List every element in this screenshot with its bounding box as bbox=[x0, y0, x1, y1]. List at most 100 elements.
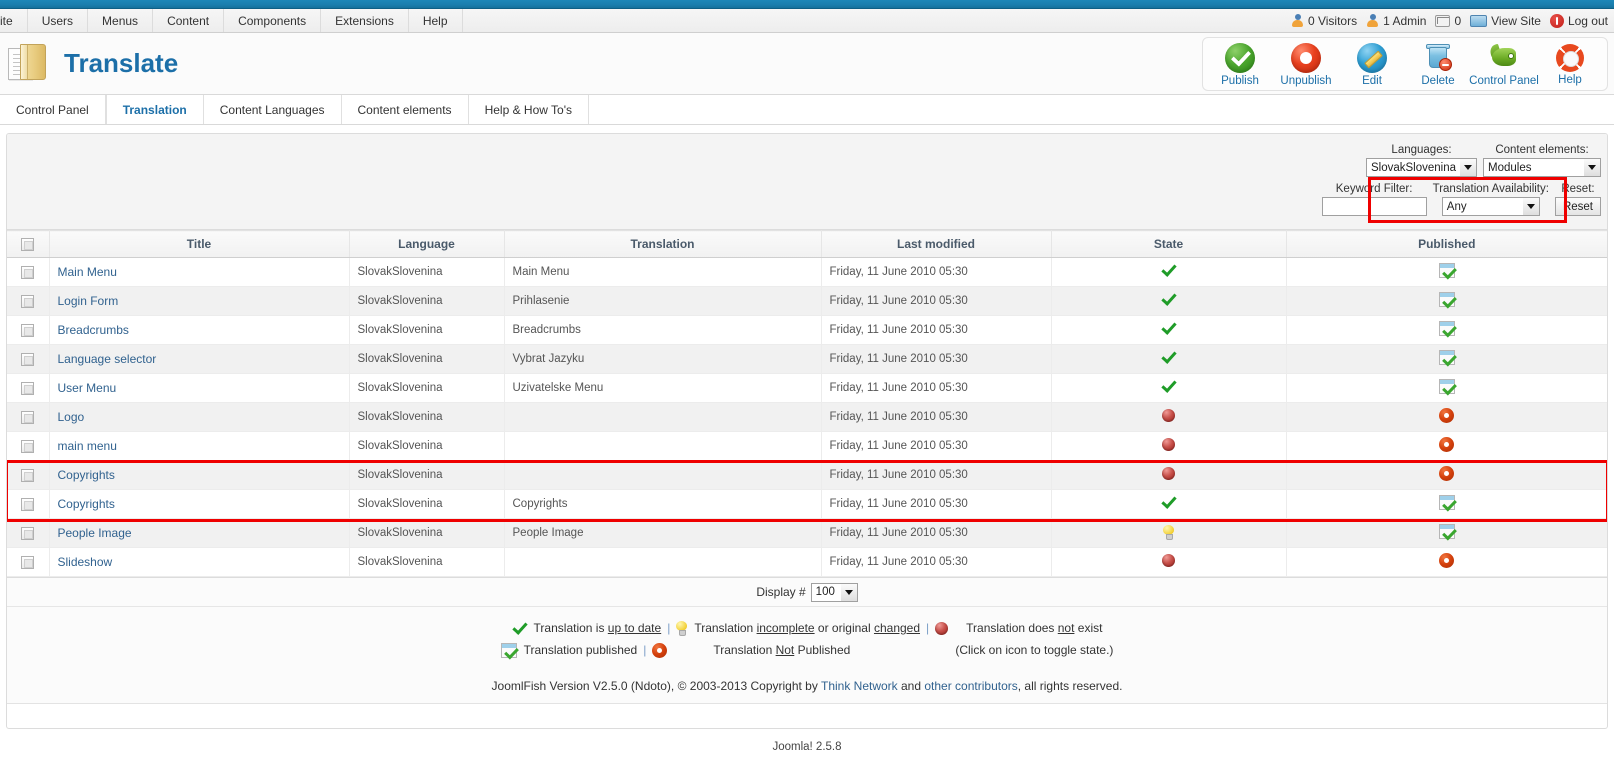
cell-state bbox=[1051, 402, 1287, 432]
main-menu-bar: ite Users Menus Content Components Exten… bbox=[0, 9, 1614, 33]
row-title-link[interactable]: User Menu bbox=[58, 381, 117, 395]
menu-item-help[interactable]: Help bbox=[409, 9, 463, 32]
view-site-link[interactable]: View Site bbox=[1470, 14, 1541, 28]
row-checkbox[interactable] bbox=[21, 439, 35, 453]
control-panel-button[interactable]: Control Panel bbox=[1469, 41, 1539, 88]
row-title-link[interactable]: main menu bbox=[58, 439, 117, 453]
logout-link[interactable]: Log out bbox=[1549, 13, 1608, 28]
check-icon[interactable] bbox=[1161, 496, 1176, 509]
select-all-checkbox[interactable] bbox=[21, 238, 35, 252]
red-sphere-icon[interactable] bbox=[1162, 467, 1175, 480]
visitors-status[interactable]: 0 Visitors bbox=[1291, 14, 1357, 28]
menu-item-users[interactable]: Users bbox=[28, 9, 89, 32]
row-checkbox[interactable] bbox=[21, 468, 35, 482]
column-header-published[interactable]: Published bbox=[1286, 230, 1607, 258]
cell-published bbox=[1286, 518, 1607, 548]
menu-item-content[interactable]: Content bbox=[153, 9, 225, 32]
table-head: Title Language Translation Last modified… bbox=[7, 230, 1607, 258]
published-icon[interactable] bbox=[1438, 524, 1455, 539]
cell-translation: Prihlasenie bbox=[504, 286, 822, 316]
view-site-label: View Site bbox=[1491, 13, 1541, 28]
published-icon[interactable] bbox=[1438, 495, 1455, 510]
menu-item-site[interactable]: ite bbox=[0, 9, 28, 32]
row-checkbox[interactable] bbox=[21, 555, 35, 569]
tab-content-elements[interactable]: Content elements bbox=[342, 95, 469, 124]
check-icon[interactable] bbox=[1161, 264, 1176, 277]
row-checkbox-cell bbox=[7, 460, 50, 490]
column-header-state[interactable]: State bbox=[1051, 230, 1287, 258]
row-title-link[interactable]: Slideshow bbox=[58, 555, 113, 569]
row-title-link[interactable]: Copyrights bbox=[58, 497, 115, 511]
column-header-title[interactable]: Title bbox=[49, 230, 350, 258]
check-icon bbox=[512, 622, 527, 635]
check-icon[interactable] bbox=[1161, 351, 1176, 364]
admins-status[interactable]: 1 Admin bbox=[1366, 14, 1426, 28]
cell-translation: People Image bbox=[504, 518, 822, 548]
row-title-link[interactable]: People Image bbox=[58, 526, 132, 540]
legend-changed-link[interactable]: changed bbox=[874, 621, 920, 635]
column-header-translation[interactable]: Translation bbox=[504, 230, 822, 258]
red-sphere-icon[interactable] bbox=[1162, 409, 1175, 422]
column-header-last-modified[interactable]: Last modified bbox=[821, 230, 1052, 258]
published-icon[interactable] bbox=[1438, 263, 1455, 278]
reset-button[interactable]: Reset bbox=[1554, 197, 1601, 216]
not-published-icon[interactable] bbox=[1439, 553, 1455, 568]
publish-button[interactable]: Publish bbox=[1207, 41, 1273, 88]
keyword-filter-input[interactable] bbox=[1321, 197, 1427, 216]
row-checkbox[interactable] bbox=[21, 381, 35, 395]
row-title-link[interactable]: Language selector bbox=[58, 352, 157, 366]
unpublish-button[interactable]: Unpublish bbox=[1273, 41, 1339, 88]
check-icon[interactable] bbox=[1161, 293, 1176, 306]
published-icon[interactable] bbox=[1438, 321, 1455, 336]
red-sphere-icon[interactable] bbox=[1162, 438, 1175, 451]
menu-item-menus[interactable]: Menus bbox=[88, 9, 154, 32]
row-title-link[interactable]: Breadcrumbs bbox=[58, 323, 129, 337]
tab-content-languages[interactable]: Content Languages bbox=[204, 95, 342, 124]
row-title-link[interactable]: Logo bbox=[58, 410, 85, 424]
cell-published bbox=[1286, 373, 1607, 403]
row-title-link[interactable]: Copyrights bbox=[58, 468, 115, 482]
content-elements-select[interactable]: Modules bbox=[1483, 158, 1601, 177]
published-icon[interactable] bbox=[1438, 379, 1455, 394]
delete-button[interactable]: Delete bbox=[1405, 41, 1471, 88]
display-count-select[interactable]: 100 bbox=[810, 582, 858, 602]
not-published-icon[interactable] bbox=[1439, 408, 1455, 423]
red-sphere-icon[interactable] bbox=[1162, 554, 1175, 567]
other-contributors-link[interactable]: other contributors bbox=[924, 679, 1017, 693]
think-network-link[interactable]: Think Network bbox=[821, 679, 898, 693]
tab-translation[interactable]: Translation bbox=[105, 95, 204, 124]
row-checkbox[interactable] bbox=[21, 323, 35, 337]
row-title-link[interactable]: Login Form bbox=[58, 294, 119, 308]
languages-filter-group: Languages: SlovakSlovenina bbox=[1365, 144, 1477, 177]
toolbar: Publish Unpublish Edit Delete Control Pa… bbox=[1202, 37, 1608, 91]
legend-incomplete-link[interactable]: incomplete bbox=[757, 621, 815, 635]
row-checkbox[interactable] bbox=[21, 497, 35, 511]
edit-button[interactable]: Edit bbox=[1339, 41, 1405, 88]
tab-help-how-tos[interactable]: Help & How To's bbox=[469, 95, 590, 124]
languages-select[interactable]: SlovakSlovenina bbox=[1365, 158, 1477, 177]
published-icon[interactable] bbox=[1438, 292, 1455, 307]
bulb-icon[interactable] bbox=[1163, 524, 1174, 540]
row-checkbox[interactable] bbox=[21, 294, 35, 308]
row-checkbox[interactable] bbox=[21, 526, 35, 540]
menu-item-extensions[interactable]: Extensions bbox=[321, 9, 409, 32]
not-published-icon[interactable] bbox=[1439, 437, 1455, 452]
check-icon[interactable] bbox=[1161, 380, 1176, 393]
cell-translation: Vybrat Jazyku bbox=[504, 344, 822, 374]
legend-up-to-date-link[interactable]: up to date bbox=[608, 621, 661, 635]
not-published-icon[interactable] bbox=[1439, 466, 1455, 481]
menu-item-components[interactable]: Components bbox=[224, 9, 322, 32]
row-title-link[interactable]: Main Menu bbox=[58, 265, 117, 279]
messages-status[interactable]: 0 bbox=[1435, 14, 1461, 28]
availability-select[interactable]: Any bbox=[1441, 197, 1540, 216]
row-checkbox[interactable] bbox=[21, 410, 35, 424]
check-icon[interactable] bbox=[1161, 322, 1176, 335]
visitors-label: 0 Visitors bbox=[1307, 13, 1358, 28]
cell-last-modified: Friday, 11 June 2010 05:30 bbox=[821, 286, 1052, 316]
published-icon[interactable] bbox=[1438, 350, 1455, 365]
row-checkbox[interactable] bbox=[21, 265, 35, 279]
tab-control-panel[interactable]: Control Panel bbox=[0, 95, 106, 124]
row-checkbox[interactable] bbox=[21, 352, 35, 366]
column-header-language[interactable]: Language bbox=[349, 230, 505, 258]
help-button[interactable]: Help bbox=[1537, 41, 1603, 87]
